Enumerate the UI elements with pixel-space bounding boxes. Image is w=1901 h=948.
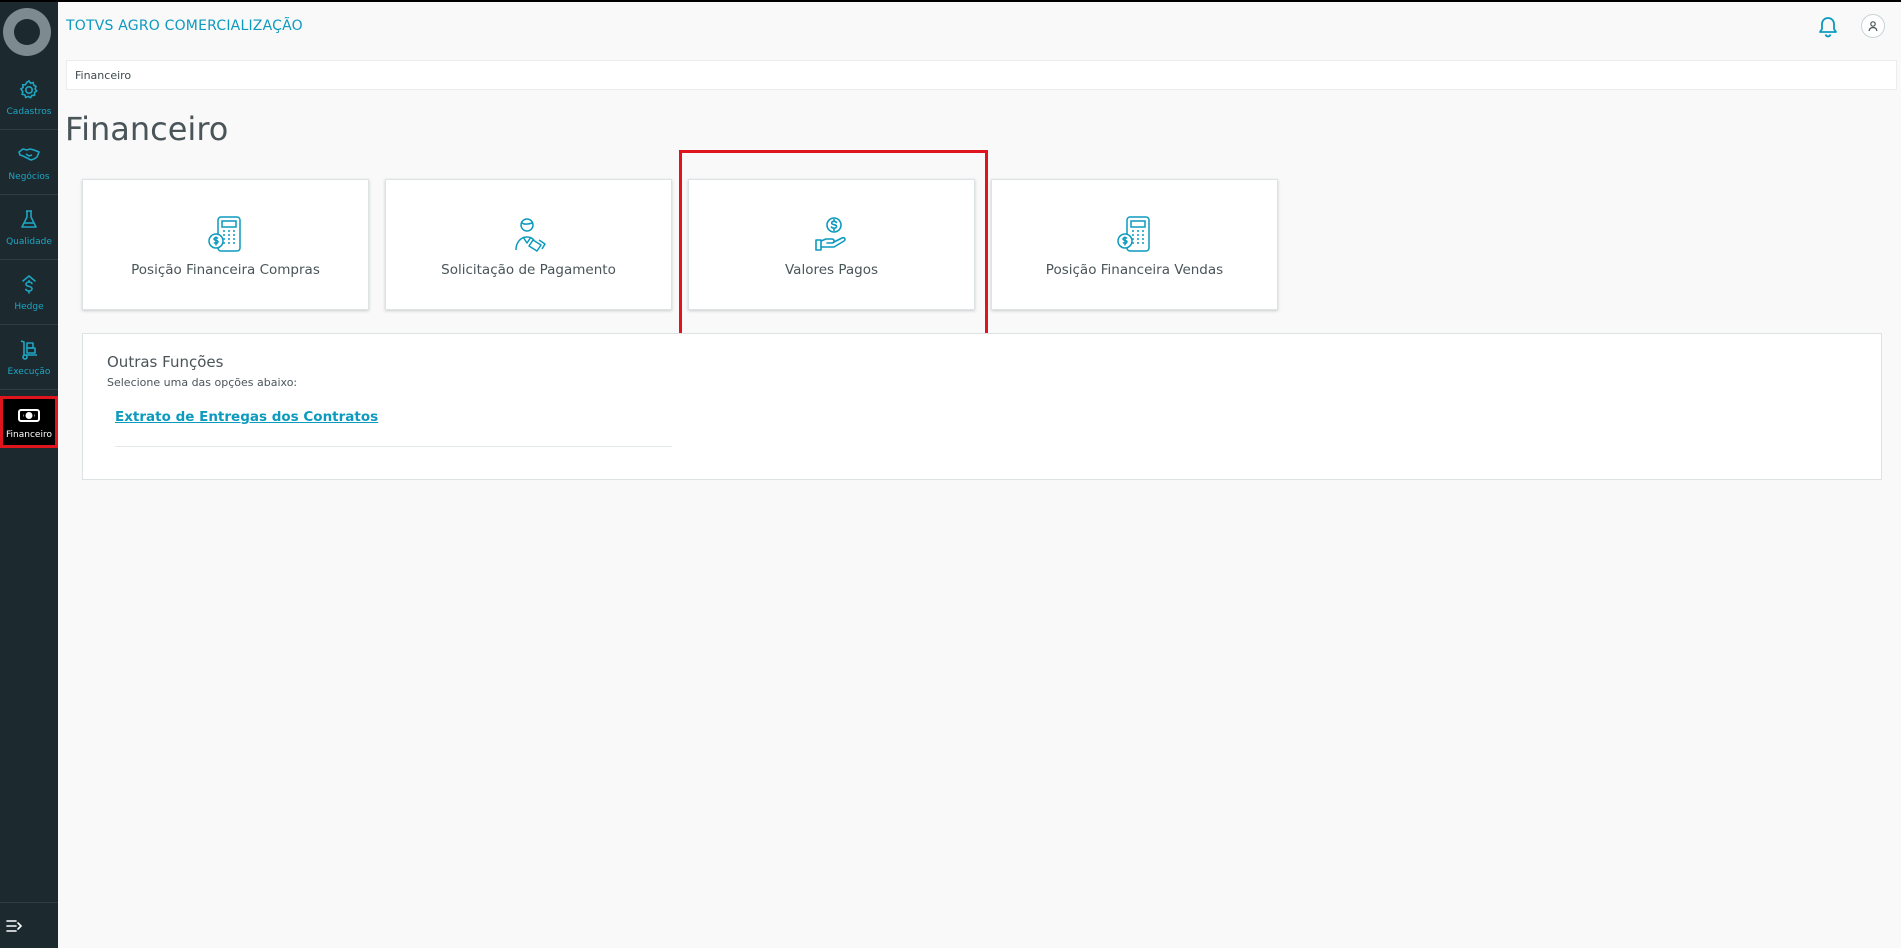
sidebar-toggle-button[interactable] [0, 902, 58, 948]
breadcrumb-item-financeiro[interactable]: Financeiro [75, 69, 131, 82]
link-extrato-entregas-contratos[interactable]: Extrato de Entregas dos Contratos [115, 409, 378, 425]
money-bill-icon [18, 409, 40, 422]
card-posicao-financeira-vendas[interactable]: Posição Financeira Vendas [991, 179, 1278, 310]
sidebar-item-label: Hedge [14, 302, 44, 312]
sidebar-item-cadastros[interactable]: Cadastros [0, 66, 58, 130]
card-label: Solicitação de Pagamento [441, 262, 616, 278]
sidebar: Cadastros Negócios Qualidade Hedge Execu… [0, 2, 58, 948]
card-label: Posição Financeira Vendas [1045, 262, 1224, 278]
bell-icon [1819, 17, 1837, 38]
notifications-button[interactable] [1818, 16, 1838, 42]
person-document-icon [514, 218, 546, 252]
panel-title: Outras Funções [107, 353, 224, 371]
sidebar-item-label: Qualidade [6, 237, 52, 247]
highlight-box [679, 150, 988, 340]
sidebar-item-label: Execução [7, 367, 51, 377]
flask-icon [21, 210, 37, 228]
calculator-coin-icon [207, 216, 241, 252]
hedge-dollar-icon [22, 274, 36, 294]
sidebar-item-label: Cadastros [6, 107, 52, 117]
user-profile-button[interactable] [1861, 14, 1885, 38]
card-label: Posição Financeira Compras [131, 262, 320, 278]
other-functions-panel: Outras Funções Selecione uma das opções … [82, 333, 1882, 480]
card-solicitacao-de-pagamento[interactable]: Solicitação de Pagamento [385, 179, 672, 310]
sidebar-item-hedge[interactable]: Hedge [0, 261, 58, 325]
page-title: Financeiro [65, 110, 229, 148]
app-title: TOTVS AGRO COMERCIALIZAÇÃO [66, 18, 303, 34]
sidebar-item-negocios[interactable]: Negócios [0, 131, 58, 195]
hand-truck-icon [20, 340, 37, 360]
panel-subtitle: Selecione uma das opções abaixo: [107, 376, 298, 389]
sidebar-item-label: Negócios [8, 172, 50, 182]
gear-icon [19, 79, 38, 99]
card-posicao-financeira-compras[interactable]: Posição Financeira Compras [82, 179, 369, 310]
expand-menu-icon [6, 919, 23, 932]
divider [115, 446, 672, 447]
handshake-icon [18, 148, 40, 161]
totvs-logo[interactable] [3, 8, 51, 56]
sidebar-item-qualidade[interactable]: Qualidade [0, 196, 58, 260]
top-border [0, 0, 1901, 2]
calculator-coin-icon [1116, 216, 1150, 252]
sidebar-item-execucao[interactable]: Execução [0, 326, 58, 390]
breadcrumb: Financeiro [66, 60, 1897, 90]
sidebar-item-financeiro[interactable]: Financeiro [0, 396, 58, 448]
user-icon [1868, 21, 1878, 32]
sidebar-item-label: Financeiro [6, 430, 52, 440]
